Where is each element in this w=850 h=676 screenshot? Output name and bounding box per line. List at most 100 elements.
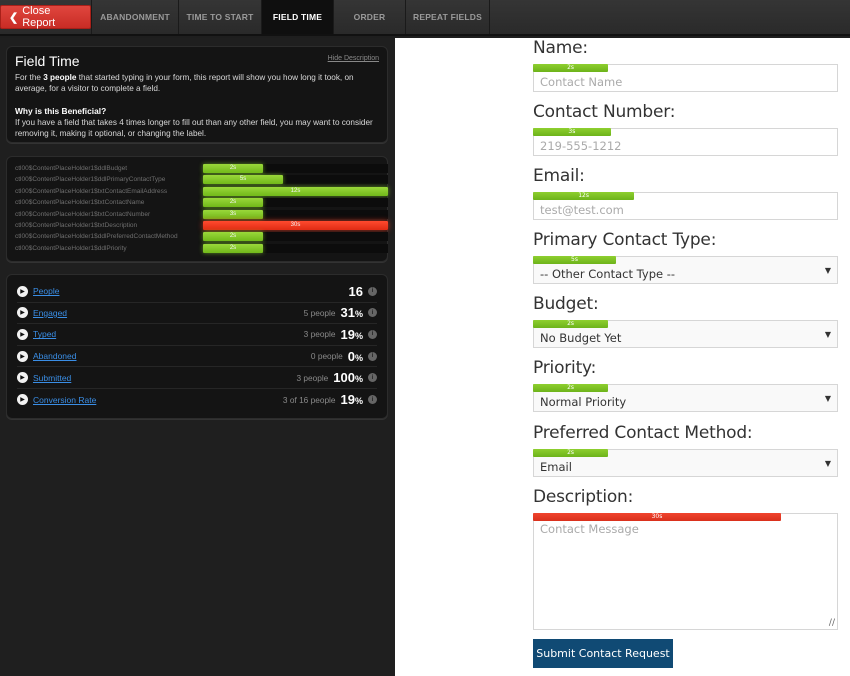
chart-row: ctl00$ContentPlaceHolder1$ddlPriority 2s [13,243,388,254]
report-title: Field Time [15,53,80,69]
dropdown-arrow-icon[interactable]: ▼ [825,330,831,339]
description-panel: Field Time Hide Description For the 3 pe… [6,46,388,143]
stat-values: 16 i [344,284,377,299]
stat-percent-sign: % [354,352,363,363]
chart-bar-label: 2s [229,233,237,240]
field-select[interactable]: 2s Email ▼ [533,449,838,477]
field-select[interactable]: 2s No Budget Yet ▼ [533,320,838,348]
chart-bar: 5s [203,175,284,185]
stat-number: 31 [340,305,355,321]
field-label: Preferred Contact Method: [533,423,753,443]
dropdown-arrow-icon[interactable]: ▼ [825,266,831,275]
tab-repeat-fields[interactable]: REPEAT FIELDS [406,0,490,34]
chart-bar-label: 2s [229,165,237,171]
chart-category-label: ctl00$ContentPlaceHolder1$ddlPrimaryCont… [15,176,166,184]
stat-value: 16 [349,284,363,299]
chart-bar-track: 2s [203,164,388,173]
field-label: Budget: [533,294,599,314]
chart-row: ctl00$ContentPlaceHolder1$ddlPrimaryCont… [13,174,388,185]
info-icon[interactable]: i [368,286,377,296]
description-textarea[interactable]: 30s Contact Message ∕∕ [533,513,838,630]
field-input[interactable]: 12s test@test.com [533,192,838,220]
field-placeholder: Contact Message [540,522,639,536]
chart-bar: 2s [203,198,263,208]
tab-time-to-start[interactable]: TIME TO START [179,0,262,34]
field-label: Name: [533,38,588,58]
report-nav: ❮ Close Report ABANDONMENT TIME TO START… [0,0,850,36]
chart-bar-track: 30s [203,220,388,230]
chart-row: ctl00$ContentPlaceHolder1$txtDescription… [13,220,388,231]
field-time-label: 2s [567,384,575,391]
stat-number: 19 [340,392,355,408]
chart-bar-label: 2s [229,199,237,206]
expand-icon[interactable]: ▶ [17,307,28,319]
field-label: Primary Contact Type: [533,230,717,250]
tab-label: REPEAT FIELDS [412,12,483,22]
stat-link[interactable]: Conversion Rate [33,395,96,405]
close-report-button[interactable]: ❮ Close Report [0,5,91,29]
chart-bar-label: 5s [239,176,247,183]
tab-order[interactable]: ORDER [334,0,406,34]
dropdown-arrow-icon[interactable]: ▼ [825,459,831,468]
submit-contact-request-button[interactable]: Submit Contact Request [533,639,673,668]
expand-icon[interactable]: ▶ [17,394,28,406]
stat-link[interactable]: Abandoned [33,351,77,361]
report-panel: Field Time Hide Description For the 3 pe… [0,38,395,676]
chart-row: ctl00$ContentPlaceHolder1$txtContactEmai… [13,186,388,197]
chart-bar: 3s [203,209,263,219]
stats-panel: ▶ People 16 i ▶ Engaged 5 people 31% i ▶ Typed 3 pe… [6,274,388,419]
stat-value: 19% [341,392,363,407]
field-input[interactable]: 3s 219-555-1212 [533,128,838,156]
tab-field-time[interactable]: FIELD TIME [262,0,334,34]
stat-row: ▶ Submitted 3 people 100% i [17,367,377,389]
chart-bar-track: 2s [203,232,388,242]
stat-link[interactable]: Submitted [33,373,71,383]
field-time-chart: ctl00$ContentPlaceHolder1$ddlBudget 2s ctl… [6,156,388,262]
stat-value: 100% [333,370,363,385]
chart-bar-track: 2s [203,243,388,253]
field-time-bar: 2s [533,320,609,328]
resize-handle-icon[interactable]: ∕∕ [829,618,835,628]
expand-icon[interactable]: ▶ [17,285,28,297]
stat-link[interactable]: Engaged [33,308,67,318]
info-icon[interactable]: i [368,329,377,339]
info-icon[interactable]: i [368,373,377,383]
tab-label: ORDER [353,12,386,22]
stat-row: ▶ Conversion Rate 3 of 16 people 19% i [17,389,377,411]
stat-percent-sign: % [354,330,363,341]
chart-bar: 12s [203,186,388,196]
hide-description-link[interactable]: Hide Description [328,55,379,62]
stat-people: 5 people [303,307,336,318]
expand-icon[interactable]: ▶ [17,372,28,384]
field-time-bar: 30s [533,513,781,521]
stat-number: 19 [340,326,355,342]
field-time-bar: 12s [533,192,635,200]
field-input[interactable]: 2s Contact Name [533,64,838,92]
stat-row: ▶ Engaged 5 people 31% i [17,303,377,325]
stat-percent-sign: % [354,309,363,320]
field-value: Normal Priority [540,395,627,409]
info-icon[interactable]: i [368,308,377,318]
chart-category-label: ctl00$ContentPlaceHolder1$ddlPriority [15,244,127,252]
dropdown-arrow-icon[interactable]: ▼ [825,394,831,403]
field-time-label: 12s [578,192,589,199]
field-time-bar: 3s [533,128,611,136]
tab-label: ABANDONMENT [100,12,170,22]
info-icon[interactable]: i [368,351,377,361]
chart-category-label: ctl00$ContentPlaceHolder1$txtContactNumb… [15,210,151,218]
stat-link[interactable]: Typed [33,329,56,339]
why-heading: Why is this Beneficial? [15,106,107,116]
field-select[interactable]: 5s -- Other Contact Type -- ▼ [533,256,838,284]
field-time-label: 30s [651,513,663,520]
expand-icon[interactable]: ▶ [17,350,28,362]
stat-link[interactable]: People [33,286,59,296]
info-icon[interactable]: i [368,395,377,405]
chart-category-label: ctl00$ContentPlaceHolder1$ddlBudget [15,165,128,172]
chart-category-label: ctl00$ContentPlaceHolder1$txtContactName [15,199,145,207]
close-wrap: ❮ Close Report [0,0,92,34]
field-label: Priority: [533,358,597,378]
expand-icon[interactable]: ▶ [17,328,28,340]
field-time-bar: 2s [533,449,609,457]
field-select[interactable]: 2s Normal Priority ▼ [533,384,838,412]
tab-abandonment[interactable]: ABANDONMENT [92,0,179,34]
